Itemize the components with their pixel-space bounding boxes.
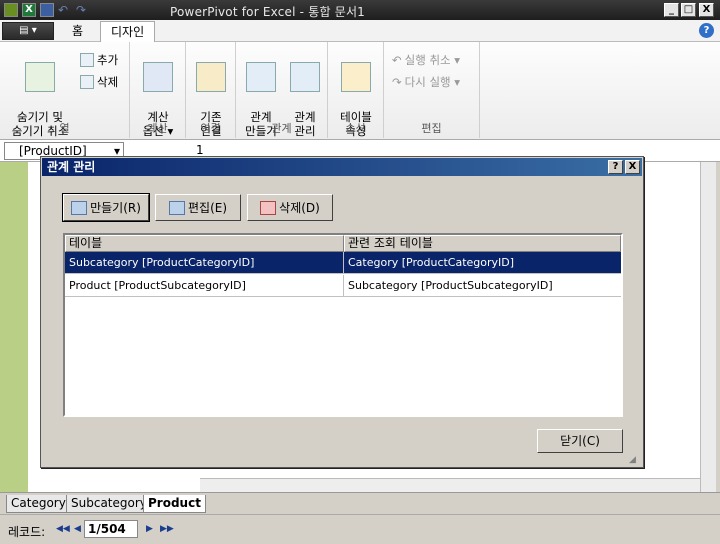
undo-icon[interactable]: ↶: [58, 3, 72, 17]
first-record-button[interactable]: ◀◀: [56, 524, 70, 534]
create-relationship-icon: [246, 62, 276, 92]
last-record-button[interactable]: ▶▶: [160, 524, 174, 534]
quick-access-toolbar: X ↶ ↷: [4, 2, 90, 18]
dialog-close-button[interactable]: X: [625, 160, 640, 174]
edit-relationship-icon: [168, 200, 185, 215]
table-cell: Product [ProductSubcategoryID]: [65, 275, 344, 297]
create-button[interactable]: 만들기(R): [62, 193, 150, 222]
save-icon[interactable]: [40, 3, 54, 17]
resize-grip-icon[interactable]: ◢: [629, 455, 636, 465]
group-columns: 숨기기 및 숨기기 취소 추가 삭제 열: [0, 42, 130, 138]
table-row[interactable]: Subcategory [ProductCategoryID] Category…: [65, 252, 621, 274]
formula-value[interactable]: 1: [196, 143, 204, 157]
powerpivot-icon[interactable]: [4, 3, 18, 17]
manage-relationships-icon: [290, 62, 320, 92]
add-column-button[interactable]: 추가: [80, 52, 118, 68]
status-bar: 레코드: ◀◀ ◀ 1/504 ▶ ▶▶: [0, 514, 720, 544]
table-row[interactable]: Product [ProductSubcategoryID] Subcatego…: [65, 275, 621, 297]
table-properties-icon: [341, 62, 371, 92]
group-edit: ↶ 실행 취소 ▾ ↷ 다시 실행 ▾ 편집: [384, 42, 480, 138]
group-label-columns: 열: [59, 122, 70, 135]
manage-relationships-dialog: 관계 관리 ? X 만들기(R) 편집(E) 삭제(D) 테이블 관련 조회 테…: [40, 156, 644, 468]
delete-column-button[interactable]: 삭제: [80, 74, 118, 90]
horizontal-scrollbar[interactable]: [200, 478, 700, 492]
prev-record-button[interactable]: ◀: [74, 524, 81, 534]
sheet-tab-product[interactable]: Product: [143, 495, 206, 513]
ribbon-tabs: ▤ ▾ 홈 디자인 ?: [0, 20, 720, 42]
help-icon[interactable]: ?: [699, 23, 714, 38]
group-connections: 기존 연결 연결: [186, 42, 236, 138]
column-header-lookup-table[interactable]: 관련 조회 테이블: [344, 235, 621, 252]
redo-button[interactable]: ↷ 다시 실행 ▾: [392, 74, 460, 90]
group-calc: 계산 옵션 ▾ 계산: [130, 42, 186, 138]
table-cell: Category [ProductCategoryID]: [348, 256, 515, 269]
next-record-button[interactable]: ▶: [146, 524, 153, 534]
dialog-title: 관계 관리 ? X: [42, 158, 642, 176]
undo-button[interactable]: ↶ 실행 취소 ▾: [392, 52, 460, 68]
window-title: PowerPivot for Excel - 통합 문서1: [170, 5, 366, 19]
table-cell: Subcategory [ProductSubcategoryID]: [348, 279, 553, 292]
relationships-table[interactable]: 테이블 관련 조회 테이블 Subcategory [ProductCatego…: [63, 233, 623, 417]
tab-design[interactable]: 디자인: [100, 21, 156, 42]
table-cell: Subcategory [ProductCategoryID]: [65, 252, 344, 274]
delete-column-icon: [80, 75, 94, 89]
redo-arrow-icon: ↷: [392, 75, 402, 89]
maximize-button[interactable]: □: [681, 3, 696, 17]
tab-home[interactable]: 홈: [62, 21, 93, 42]
database-icon: [196, 62, 226, 92]
vertical-scrollbar[interactable]: [700, 162, 716, 492]
columns-hide-icon: [25, 62, 55, 92]
minimize-button[interactable]: _: [664, 3, 679, 17]
group-label-edit: 편집: [421, 122, 442, 135]
close-button[interactable]: 닫기(C): [537, 429, 623, 453]
calculator-icon: [143, 62, 173, 92]
group-label-calc: 계산: [147, 122, 168, 135]
excel-icon[interactable]: X: [22, 3, 36, 17]
edit-button[interactable]: 편집(E): [155, 194, 241, 221]
group-label-connections: 연결: [200, 122, 221, 135]
title-bar: X ↶ ↷ PowerPivot for Excel - 통합 문서1 _ □ …: [0, 0, 720, 20]
dialog-help-button[interactable]: ?: [608, 160, 623, 174]
group-label-relationships: 관계: [271, 122, 292, 135]
add-column-icon: [80, 53, 94, 67]
close-window-button[interactable]: X: [699, 3, 714, 17]
undo-arrow-icon: ↶: [392, 53, 402, 67]
file-menu-button[interactable]: ▤ ▾: [2, 22, 54, 40]
delete-relationship-icon: [260, 200, 277, 215]
group-properties: 테이블 속성 속성: [328, 42, 384, 138]
group-label-properties: 속성: [345, 122, 366, 135]
sheet-tab-subcategory[interactable]: Subcategory: [66, 495, 152, 513]
ribbon: 숨기기 및 숨기기 취소 추가 삭제 열 계산 옵션 ▾ 계산 기존 연결 연결…: [0, 42, 720, 140]
record-label: 레코드:: [8, 525, 46, 539]
redo-icon[interactable]: ↷: [76, 3, 90, 17]
column-header-table[interactable]: 테이블: [65, 235, 344, 252]
record-position[interactable]: 1/504: [84, 520, 138, 538]
group-relationships: 관계 만들기 관계 관리 관계: [236, 42, 328, 138]
row-headers: [0, 162, 28, 492]
create-relationship-icon: [71, 200, 88, 215]
sheet-tabs: Category Subcategory Product: [0, 492, 720, 514]
delete-button[interactable]: 삭제(D): [247, 194, 333, 221]
sheet-tab-category[interactable]: Category: [6, 495, 71, 513]
